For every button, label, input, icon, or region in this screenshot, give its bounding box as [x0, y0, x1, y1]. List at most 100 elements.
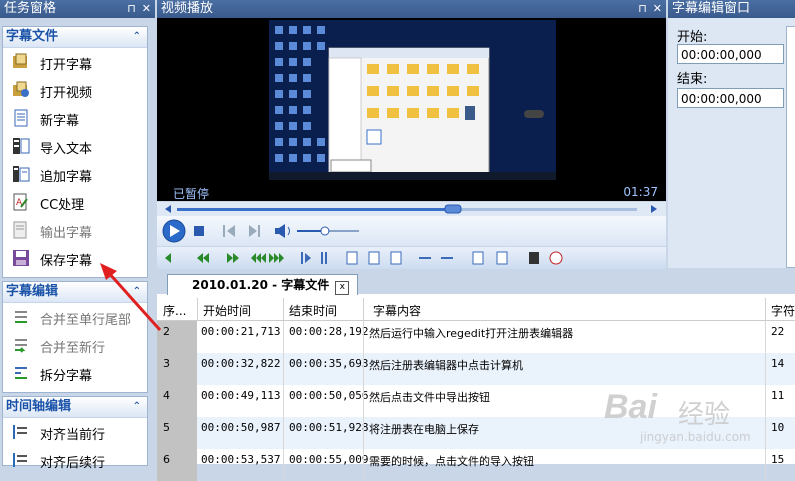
row-end: 00:00:28,192: [289, 325, 369, 338]
end-label: 结束:: [677, 72, 708, 87]
append-subtitle-icon: [13, 166, 30, 182]
pin-icon[interactable]: ⊓: [638, 2, 647, 15]
task-open-subtitle[interactable]: 打开字幕: [3, 48, 147, 76]
task-align-following[interactable]: 对齐后续行: [3, 446, 147, 474]
task-import-text[interactable]: 导入文本: [3, 132, 147, 160]
edit-pane-title: 字幕编辑窗口: [672, 1, 751, 16]
column-header-start[interactable]: 开始时间: [203, 302, 251, 319]
play-button: [162, 219, 186, 243]
task-pane: 字幕文件 ⌃ 打开字幕 打开视频 新字幕 导入文本 追加字幕 A CC处理 输出字…: [0, 18, 155, 471]
row-index: 6: [163, 453, 170, 466]
row-end: 00:00:51,928: [289, 421, 369, 434]
column-header-chars[interactable]: 字符: [771, 302, 795, 319]
task-open-video[interactable]: 打开视频: [3, 76, 147, 104]
seek-bar[interactable]: [157, 202, 666, 216]
edit-toolbar: [157, 247, 666, 269]
group-title-subtitle-edit[interactable]: 字幕编辑 ⌃: [3, 282, 147, 303]
close-icon[interactable]: ✕: [653, 2, 662, 15]
group-title-subtitle-file[interactable]: 字幕文件 ⌃: [3, 27, 147, 48]
baidu-watermark: Bai 经验 jingyan.baidu.com: [604, 388, 751, 444]
row-index: 2: [163, 325, 170, 338]
row-end: 00:00:50,056: [289, 389, 369, 402]
end-time-field[interactable]: 00:00:00,000: [677, 88, 784, 108]
open-video-icon: [13, 81, 29, 97]
merge-new-line-icon: [15, 339, 27, 353]
volume-icon: [275, 224, 290, 238]
seek-progress: [177, 208, 453, 211]
seek-thumb: [444, 204, 462, 214]
document-tab[interactable]: 2010.01.20 - 字幕文件 x: [167, 274, 359, 295]
table-header: 序... 开始时间 结束时间 字幕内容 字符: [157, 298, 795, 321]
subtitle-text-field[interactable]: [786, 26, 795, 268]
playback-time: 01:37: [623, 185, 658, 199]
table-row[interactable]: 2 00:00:21,713 00:00:28,192 然后运行中输入reged…: [157, 321, 795, 353]
merge-line-end-icon: [15, 311, 27, 323]
collapse-icon[interactable]: ⌃: [133, 282, 141, 302]
save-subtitle-icon: [13, 250, 29, 266]
video-frame-image: [269, 20, 556, 180]
row-start: 00:00:21,713: [201, 325, 281, 338]
table-row[interactable]: 3 00:00:32,822 00:00:35,693 然后注册表编辑器中点击计…: [157, 353, 795, 385]
seek-forward-icon: [651, 205, 657, 213]
task-save-subtitle[interactable]: 保存字幕: [3, 244, 147, 272]
row-index: 5: [163, 421, 170, 434]
group-title-timeline-edit[interactable]: 时间轴编辑 ⌃: [3, 397, 147, 418]
row-chars: 15: [771, 453, 785, 466]
row-start: 00:00:32,822: [201, 357, 281, 370]
collapse-icon[interactable]: ⌃: [133, 397, 141, 417]
task-split-subtitle[interactable]: 拆分字幕: [3, 359, 147, 387]
document-tab-label: 2010.01.20 - 字幕文件: [192, 278, 330, 292]
playback-status: 已暂停: [173, 187, 210, 201]
row-index: 3: [163, 357, 170, 370]
export-subtitle-icon: [13, 221, 27, 239]
task-export-subtitle[interactable]: 输出字幕: [3, 216, 147, 244]
align-current-icon: [13, 425, 27, 439]
pin-icon[interactable]: ⊓: [127, 2, 136, 15]
video-screen[interactable]: 已暂停 01:37: [157, 18, 666, 201]
column-header-index[interactable]: 序...: [163, 302, 186, 319]
task-merge-line-end[interactable]: 合并至单行尾部: [3, 303, 147, 331]
split-subtitle-icon: [15, 367, 27, 379]
table-row[interactable]: 6 00:00:53,537 00:00:55,009 需要的时候，点击文件的导…: [157, 449, 795, 481]
open-subtitle-icon: [13, 53, 27, 68]
close-icon[interactable]: ✕: [142, 2, 151, 15]
video-pane-header: 视频播放 ⊓ ✕: [157, 0, 666, 18]
row-content: 然后运行中输入regedit打开注册表编辑器: [369, 327, 574, 340]
video-frame: [269, 20, 556, 180]
task-cc-process[interactable]: A CC处理: [3, 188, 147, 216]
row-start: 00:00:50,987: [201, 421, 281, 434]
import-text-icon: [13, 138, 30, 154]
row-end: 00:00:35,693: [289, 357, 369, 370]
task-new-subtitle[interactable]: 新字幕: [3, 104, 147, 132]
group-subtitle-edit: 字幕编辑 ⌃ 合并至单行尾部 合并至新行 拆分字幕: [2, 281, 148, 393]
row-index: 4: [163, 389, 170, 402]
rewind-icon: [165, 253, 171, 263]
seek-back-icon: [165, 205, 171, 213]
close-tab-icon[interactable]: x: [335, 281, 350, 295]
column-header-content[interactable]: 字幕内容: [373, 302, 421, 319]
group-timeline-edit: 时间轴编辑 ⌃ 对齐当前行 对齐后续行: [2, 396, 148, 471]
video-pane: 已暂停 01:37: [157, 18, 666, 269]
stop-icon: [194, 226, 204, 236]
task-pane-header: 任务窗格 ⊓ ✕: [0, 0, 155, 18]
collapse-icon[interactable]: ⌃: [133, 27, 141, 47]
align-following-icon: [13, 453, 27, 467]
edit-pane-header: 字幕编辑窗口: [668, 0, 795, 18]
row-start: 00:00:53,537: [201, 453, 281, 466]
row-content: 然后点击文件中导出按钮: [369, 391, 490, 404]
task-append-subtitle[interactable]: 追加字幕: [3, 160, 147, 188]
row-chars: 22: [771, 325, 785, 338]
task-merge-new-line[interactable]: 合并至新行: [3, 331, 147, 359]
column-header-end[interactable]: 结束时间: [289, 302, 337, 319]
row-content: 然后注册表编辑器中点击计算机: [369, 359, 523, 372]
row-content: 将注册表在电脑上保存: [369, 423, 479, 436]
edit-pane: 开始: 00:00:00,000 结束: 00:00:00,000: [668, 18, 795, 268]
row-chars: 14: [771, 357, 785, 370]
document-tab-strip: 2010.01.20 - 字幕文件 x: [157, 270, 795, 295]
video-pane-title: 视频播放: [161, 1, 214, 16]
cc-process-icon: A: [13, 193, 28, 211]
row-end: 00:00:55,009: [289, 453, 369, 466]
group-subtitle-file: 字幕文件 ⌃ 打开字幕 打开视频 新字幕 导入文本 追加字幕 A CC处理 输出字…: [2, 26, 148, 278]
start-time-field[interactable]: 00:00:00,000: [677, 44, 784, 64]
task-align-current[interactable]: 对齐当前行: [3, 418, 147, 446]
